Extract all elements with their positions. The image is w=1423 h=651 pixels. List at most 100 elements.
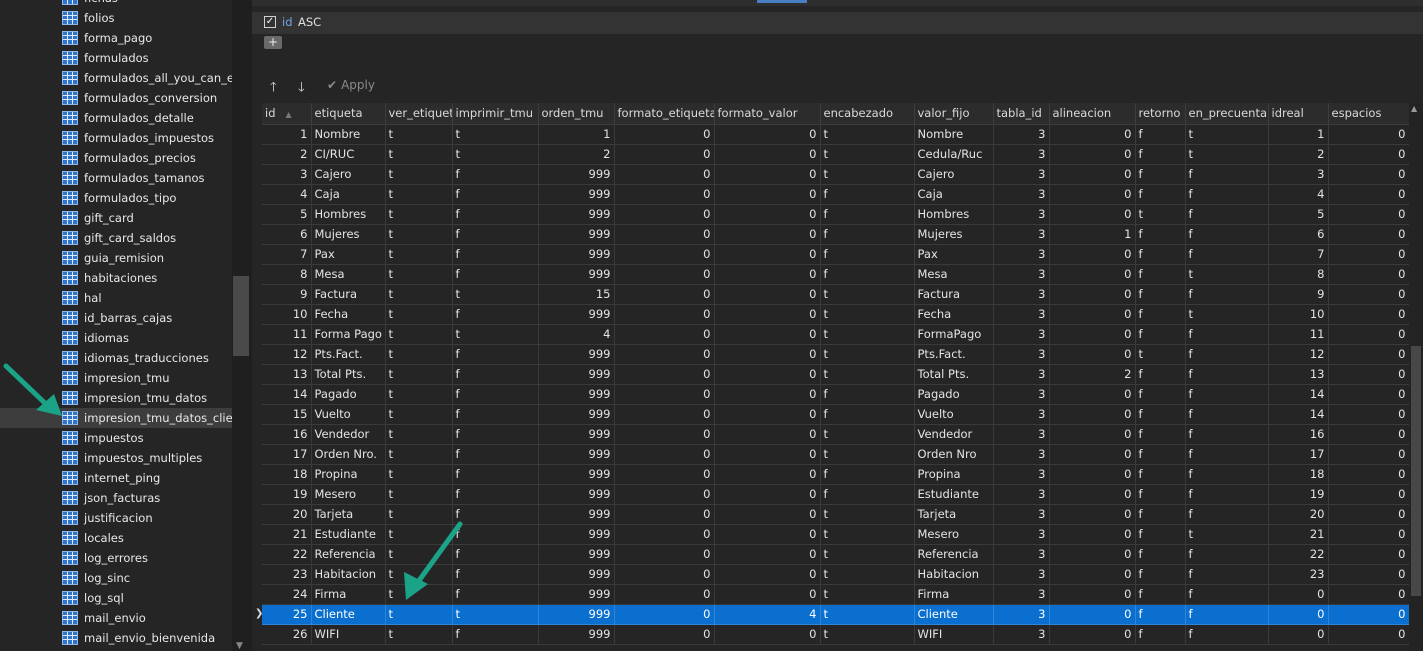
table-cell[interactable]: t bbox=[385, 164, 453, 185]
table-cell[interactable]: f bbox=[452, 224, 539, 245]
table-cell[interactable]: f bbox=[1185, 164, 1269, 185]
table-cell[interactable]: t bbox=[385, 544, 453, 565]
table-cell[interactable]: f bbox=[1185, 584, 1269, 605]
table-row[interactable]: 24 Firma t f 999 0 0 t Firma 3 0 f f 0 0 bbox=[262, 584, 1409, 605]
table-cell[interactable]: t bbox=[820, 544, 915, 565]
table-cell[interactable]: 0 bbox=[1049, 304, 1136, 325]
sidebar-item[interactable]: mail_envio_bienvenida bbox=[0, 628, 234, 648]
table-cell[interactable]: f bbox=[1135, 224, 1186, 245]
table-cell[interactable]: f bbox=[1135, 504, 1186, 525]
table-cell[interactable]: 9 bbox=[262, 284, 312, 305]
table-cell[interactable]: f bbox=[1135, 544, 1186, 565]
table-cell[interactable]: f bbox=[1185, 484, 1269, 505]
table-cell[interactable]: f bbox=[452, 184, 539, 205]
table-cell[interactable]: 999 bbox=[538, 544, 615, 565]
sidebar-item[interactable]: folios bbox=[0, 8, 234, 28]
table-cell[interactable]: Pagado bbox=[914, 384, 994, 405]
grid-scrollbar-thumb[interactable] bbox=[1411, 346, 1421, 596]
table-cell[interactable]: 0 bbox=[614, 604, 715, 625]
table-cell[interactable]: 0 bbox=[1328, 624, 1409, 645]
table-cell[interactable]: 0 bbox=[714, 284, 821, 305]
table-cell[interactable]: Cliente bbox=[311, 604, 386, 625]
table-cell[interactable]: 3 bbox=[993, 144, 1050, 165]
table-cell[interactable]: Pax bbox=[311, 244, 386, 265]
sidebar-item[interactable]: json_facturas bbox=[0, 488, 234, 508]
table-cell[interactable]: 0 bbox=[714, 164, 821, 185]
table-cell[interactable]: 0 bbox=[614, 244, 715, 265]
table-cell[interactable]: 12 bbox=[262, 344, 312, 365]
table-cell[interactable]: Cajero bbox=[311, 164, 386, 185]
table-cell[interactable]: 0 bbox=[714, 444, 821, 465]
sort-column-label[interactable]: id bbox=[282, 15, 293, 29]
table-cell[interactable]: 0 bbox=[1049, 204, 1136, 225]
table-cell[interactable]: 14 bbox=[1268, 404, 1329, 425]
table-cell[interactable]: t bbox=[385, 624, 453, 645]
table-cell[interactable]: Propina bbox=[311, 464, 386, 485]
table-cell[interactable]: Habitacion bbox=[914, 564, 994, 585]
table-cell[interactable]: 0 bbox=[614, 124, 715, 145]
table-cell[interactable]: 0 bbox=[714, 124, 821, 145]
table-cell[interactable]: 999 bbox=[538, 584, 615, 605]
table-cell[interactable]: Tarjeta bbox=[914, 504, 994, 525]
apply-button[interactable]: ✔ Apply bbox=[327, 78, 375, 92]
table-cell[interactable]: t bbox=[820, 564, 915, 585]
table-cell[interactable]: 999 bbox=[538, 244, 615, 265]
table-cell[interactable]: f bbox=[452, 384, 539, 405]
sidebar-item[interactable]: impuestos bbox=[0, 428, 234, 448]
table-cell[interactable]: f bbox=[452, 344, 539, 365]
table-cell[interactable]: 0 bbox=[1049, 424, 1136, 445]
table-cell[interactable]: Cliente bbox=[914, 604, 994, 625]
table-cell[interactable]: 0 bbox=[714, 364, 821, 385]
table-cell[interactable]: 3 bbox=[993, 124, 1050, 145]
column-header[interactable]: id ▲ bbox=[262, 103, 312, 125]
table-cell[interactable]: 0 bbox=[1328, 224, 1409, 245]
table-cell[interactable]: 0 bbox=[1328, 364, 1409, 385]
table-cell[interactable]: 10 bbox=[262, 304, 312, 325]
sidebar-item[interactable]: formulados_impuestos bbox=[0, 128, 234, 148]
table-cell[interactable]: 999 bbox=[538, 424, 615, 445]
arrow-down-icon[interactable]: 🡓 bbox=[298, 78, 305, 100]
table-cell[interactable]: WIFI bbox=[311, 624, 386, 645]
sidebar-item[interactable]: hal bbox=[0, 288, 234, 308]
table-cell[interactable]: 2 bbox=[538, 144, 615, 165]
table-cell[interactable]: t bbox=[385, 524, 453, 545]
table-cell[interactable]: Forma Pago bbox=[311, 324, 386, 345]
table-cell[interactable]: 999 bbox=[538, 564, 615, 585]
table-cell[interactable]: 3 bbox=[993, 244, 1050, 265]
sidebar-item[interactable]: locales bbox=[0, 528, 234, 548]
table-cell[interactable]: t bbox=[820, 304, 915, 325]
table-cell[interactable]: f bbox=[452, 524, 539, 545]
table-cell[interactable]: 0 bbox=[714, 204, 821, 225]
table-row[interactable]: 15 Vuelto t f 999 0 0 f Vuelto 3 0 f f 14 0 bbox=[262, 404, 1409, 425]
table-row[interactable]: 16 Vendedor t f 999 0 0 t Vendedor 3 0 f f 16 0 bbox=[262, 424, 1409, 445]
table-cell[interactable]: f bbox=[1135, 264, 1186, 285]
table-cell[interactable]: Firma bbox=[914, 584, 994, 605]
table-cell[interactable]: 24 bbox=[262, 584, 312, 605]
table-cell[interactable]: 0 bbox=[1049, 484, 1136, 505]
table-cell[interactable]: 999 bbox=[538, 204, 615, 225]
table-cell[interactable]: 3 bbox=[993, 344, 1050, 365]
table-cell[interactable]: t bbox=[820, 424, 915, 445]
table-cell[interactable]: 0 bbox=[1328, 444, 1409, 465]
table-cell[interactable]: 3 bbox=[993, 484, 1050, 505]
table-cell[interactable]: 999 bbox=[538, 384, 615, 405]
table-cell[interactable]: 0 bbox=[1328, 384, 1409, 405]
table-cell[interactable]: f bbox=[452, 164, 539, 185]
table-cell[interactable]: 23 bbox=[1268, 564, 1329, 585]
table-cell[interactable]: t bbox=[820, 364, 915, 385]
table-cell[interactable]: 8 bbox=[1268, 264, 1329, 285]
table-cell[interactable]: f bbox=[820, 384, 915, 405]
table-cell[interactable]: f bbox=[1135, 124, 1186, 145]
sidebar-item[interactable]: idiomas_traducciones bbox=[0, 348, 234, 368]
sidebar-item[interactable]: id_barras_cajas bbox=[0, 308, 234, 328]
table-row[interactable]: 25 Cliente t t 999 0 4 t Cliente 3 0 f f 0 0 bbox=[262, 604, 1409, 625]
table-cell[interactable]: f bbox=[820, 184, 915, 205]
check-icon[interactable]: ✓ bbox=[264, 16, 276, 28]
table-cell[interactable]: f bbox=[1185, 404, 1269, 425]
table-row[interactable]: 21 Estudiante t f 999 0 0 t Mesero 3 0 f t 21 0 bbox=[262, 524, 1409, 545]
table-cell[interactable]: f bbox=[1135, 484, 1186, 505]
table-cell[interactable]: 15 bbox=[262, 404, 312, 425]
table-cell[interactable]: f bbox=[1135, 384, 1186, 405]
table-cell[interactable]: 16 bbox=[262, 424, 312, 445]
table-cell[interactable]: 999 bbox=[538, 484, 615, 505]
